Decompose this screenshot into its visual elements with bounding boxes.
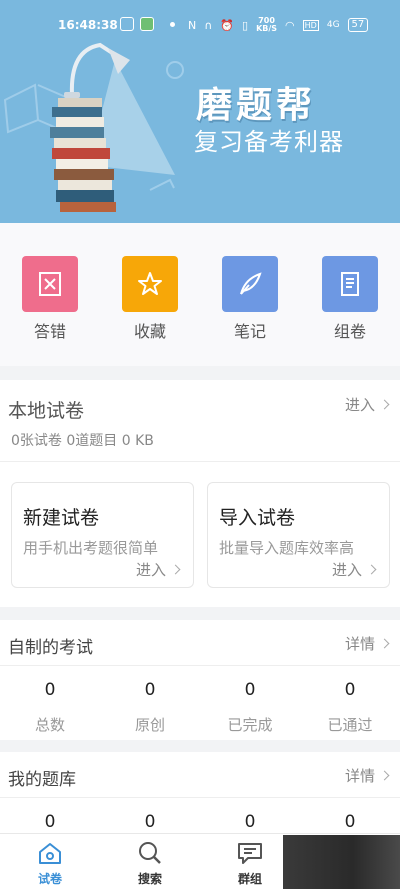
app-notification-icon bbox=[120, 17, 134, 31]
star-icon bbox=[122, 256, 178, 312]
new-paper-enter: 进入 bbox=[136, 559, 181, 580]
quick-actions: 答错 收藏 笔记 组卷 bbox=[0, 223, 400, 366]
chat-group-icon bbox=[215, 840, 285, 866]
vibrate-icon: ▯ bbox=[242, 18, 249, 32]
quick-action-label: 收藏 bbox=[133, 322, 166, 341]
divider bbox=[0, 797, 400, 798]
feather-pen-icon bbox=[222, 256, 278, 312]
stat-value: 0 bbox=[144, 812, 156, 832]
import-paper-desc: 批量导入题库效率高 bbox=[219, 539, 355, 557]
new-paper-desc: 用手机出考题很简单 bbox=[23, 539, 159, 557]
chevron-right-icon bbox=[170, 564, 181, 575]
stat-value: 0 bbox=[344, 680, 356, 700]
search-icon bbox=[115, 840, 185, 866]
network-type: 4G bbox=[326, 20, 340, 30]
nav-label: 搜索 bbox=[137, 872, 162, 886]
bank-stat[interactable]: 0 bbox=[200, 812, 300, 832]
divider bbox=[0, 461, 400, 462]
self-made-exams-card: 自制的考试 详情 0 总数 0 原创 0 已完成 0 已通过 bbox=[0, 620, 400, 740]
brand-title: 磨题帮 bbox=[196, 85, 317, 126]
stat-value: 0 bbox=[244, 812, 256, 832]
nav-tab-search[interactable]: 搜索 bbox=[115, 840, 185, 887]
quick-action-wrong[interactable]: 答错 bbox=[10, 256, 90, 342]
nav-tab-papers[interactable]: 试卷 bbox=[15, 840, 85, 887]
quick-action-label: 答错 bbox=[33, 322, 66, 341]
nav-tab-groups[interactable]: 群组 bbox=[215, 840, 285, 887]
section-title: 我的题库 bbox=[8, 770, 76, 790]
section-title: 自制的考试 bbox=[8, 638, 93, 658]
bank-stat[interactable]: 0 bbox=[300, 812, 400, 832]
hd-icon: HD bbox=[302, 19, 319, 31]
divider bbox=[0, 665, 400, 666]
overlay-corner bbox=[283, 835, 400, 889]
wrong-answer-icon bbox=[22, 256, 78, 312]
stat-value: 0 bbox=[44, 680, 56, 700]
chevron-right-icon bbox=[366, 564, 377, 575]
alarm-icon: ⏰ bbox=[220, 18, 234, 32]
quick-action-label: 笔记 bbox=[233, 322, 266, 341]
stat-value: 0 bbox=[144, 680, 156, 700]
stat-label: 已完成 bbox=[227, 716, 273, 734]
app-banner: 16:48:38 N ∩ ⏰ ▯ 700 KB/S ◠ HD 4G 57 磨题帮… bbox=[0, 0, 400, 223]
quick-action-compose[interactable]: 组卷 bbox=[310, 256, 390, 342]
bank-detail-link[interactable]: 详情 bbox=[345, 765, 390, 786]
stat-total[interactable]: 0 总数 bbox=[0, 680, 100, 735]
quick-action-label: 组卷 bbox=[333, 322, 366, 341]
stat-label: 原创 bbox=[134, 716, 165, 734]
home-icon bbox=[15, 840, 85, 866]
exams-detail-link[interactable]: 详情 bbox=[345, 633, 390, 654]
stat-passed[interactable]: 0 已通过 bbox=[300, 680, 400, 735]
brand-subtitle: 复习备考利器 bbox=[194, 128, 344, 156]
nav-label: 试卷 bbox=[37, 872, 62, 886]
new-paper-card[interactable]: 新建试卷 用手机出考题很简单 进入 bbox=[11, 482, 194, 588]
new-paper-title: 新建试卷 bbox=[23, 507, 100, 529]
my-question-bank-card: 我的题库 详情 0 0 0 0 bbox=[0, 752, 400, 833]
status-bar: 16:48:38 N ∩ ⏰ ▯ 700 KB/S ◠ HD 4G 57 bbox=[0, 14, 400, 38]
game-notification-icon bbox=[140, 17, 154, 31]
more-notifications-dot-icon bbox=[170, 21, 175, 27]
chevron-right-icon bbox=[379, 638, 390, 649]
nfc-icon: N bbox=[188, 18, 197, 32]
paper-scroll-icon bbox=[322, 256, 378, 312]
chevron-right-icon bbox=[379, 399, 390, 410]
stat-value: 0 bbox=[344, 812, 356, 832]
section-title: 本地试卷 bbox=[8, 400, 85, 422]
quick-action-notes[interactable]: 笔记 bbox=[210, 256, 290, 342]
bank-stat[interactable]: 0 bbox=[0, 812, 100, 832]
wifi-icon: ◠ bbox=[285, 18, 295, 32]
stat-completed[interactable]: 0 已完成 bbox=[200, 680, 300, 735]
local-enter-link[interactable]: 进入 bbox=[345, 394, 390, 415]
books-lamp-illustration bbox=[3, 42, 184, 212]
chevron-right-icon bbox=[379, 770, 390, 781]
headphones-icon: ∩ bbox=[204, 18, 213, 32]
stat-label: 已通过 bbox=[327, 716, 373, 734]
net-speed: 700 KB/S bbox=[256, 16, 278, 33]
battery-indicator: 57 bbox=[347, 18, 369, 32]
stat-value: 0 bbox=[44, 812, 56, 832]
stat-value: 0 bbox=[244, 680, 256, 700]
bank-stat[interactable]: 0 bbox=[100, 812, 200, 832]
quick-action-favorites[interactable]: 收藏 bbox=[110, 256, 190, 342]
stat-label: 总数 bbox=[34, 716, 65, 734]
import-paper-enter: 进入 bbox=[332, 559, 377, 580]
local-summary: 0张试卷 0道题目 0 KB bbox=[11, 433, 154, 449]
import-paper-title: 导入试卷 bbox=[219, 507, 296, 529]
import-paper-card[interactable]: 导入试卷 批量导入题库效率高 进入 bbox=[207, 482, 390, 588]
stat-original[interactable]: 0 原创 bbox=[100, 680, 200, 735]
status-time: 16:48:38 bbox=[58, 18, 118, 32]
nav-label: 群组 bbox=[237, 872, 262, 886]
